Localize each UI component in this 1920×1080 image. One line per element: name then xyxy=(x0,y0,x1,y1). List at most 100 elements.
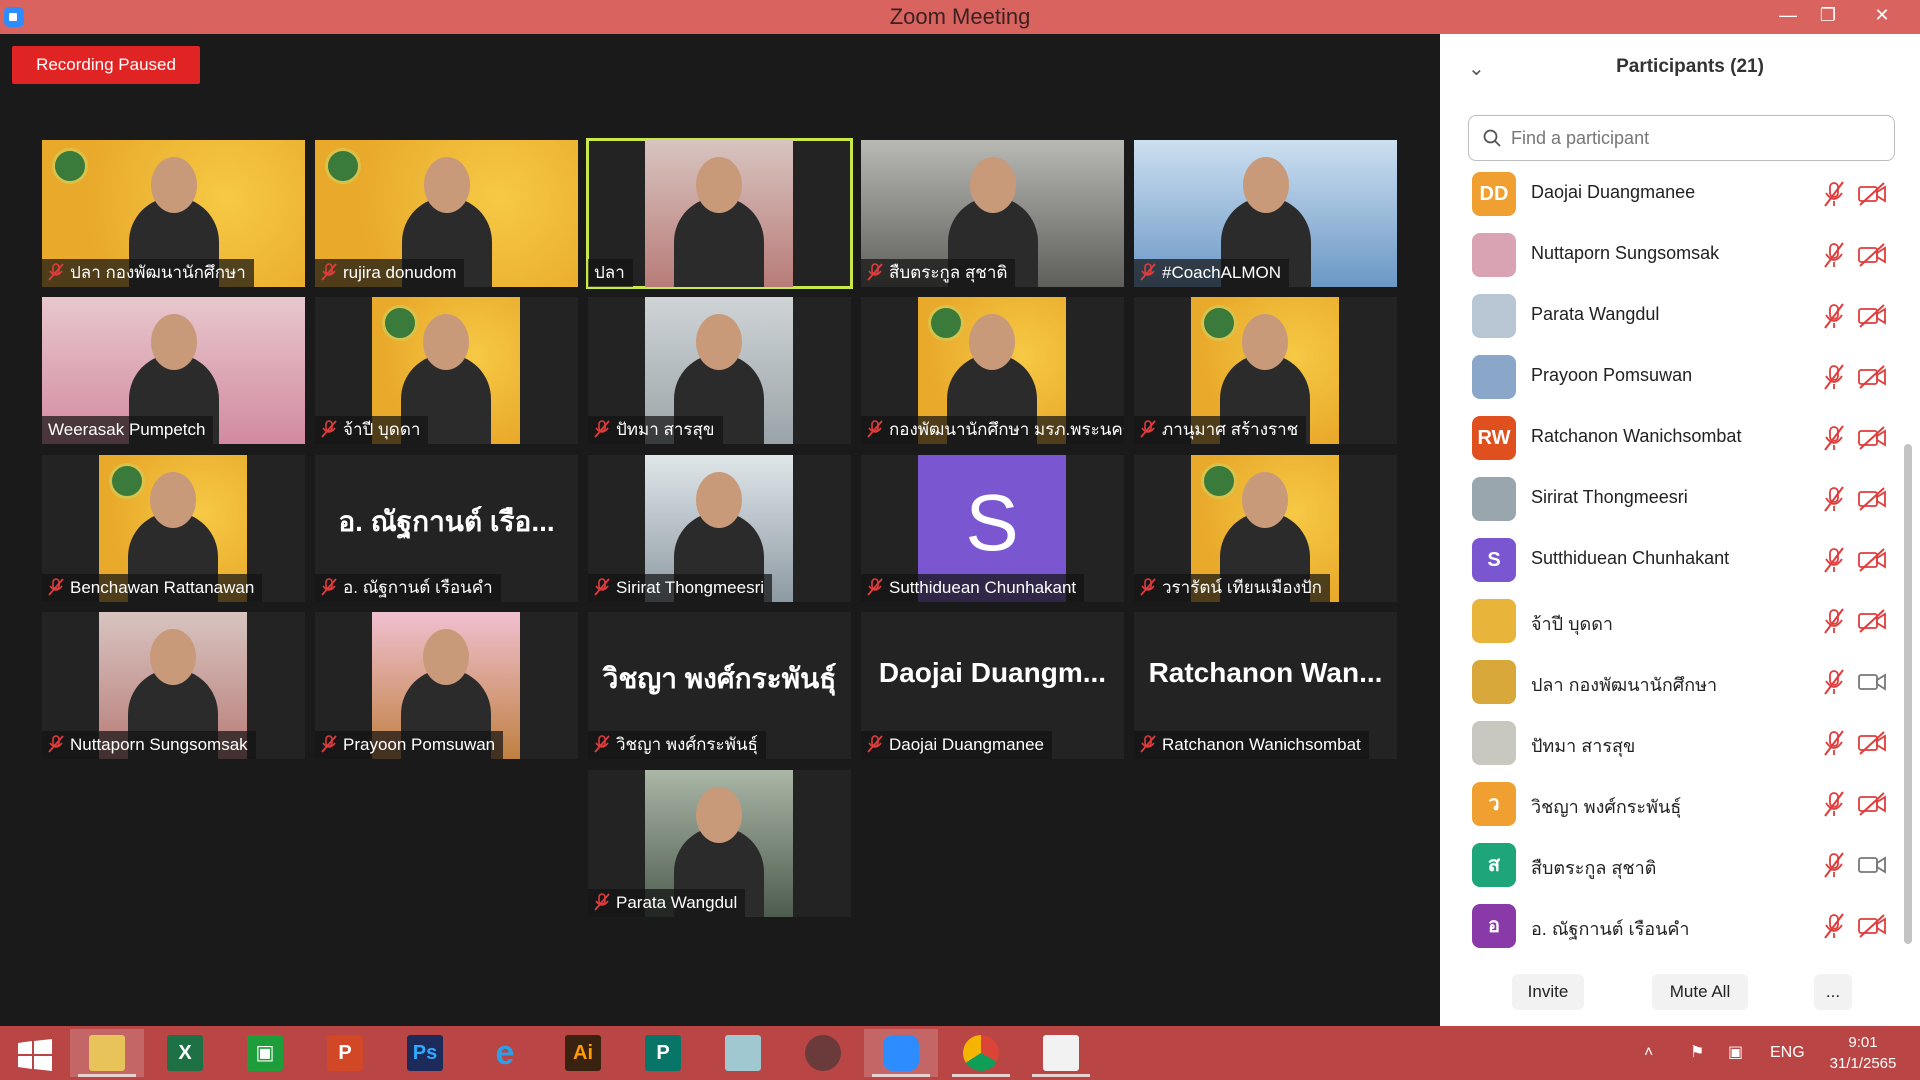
video-tile[interactable]: ภานุมาศ สร้างราช xyxy=(1134,297,1397,444)
muted-mic-icon[interactable] xyxy=(1822,364,1846,390)
participant-row[interactable]: ว วิชญา พงศ์กระพันธุ์ xyxy=(1440,774,1910,835)
video-tile[interactable]: สืบตระกูล สุชาติ xyxy=(861,140,1124,287)
tile-participant-name: Weerasak Pumpetch xyxy=(48,420,206,439)
video-off-icon[interactable] xyxy=(1858,731,1886,755)
video-off-icon[interactable] xyxy=(1858,914,1886,938)
muted-mic-icon[interactable] xyxy=(1822,303,1846,329)
chrome-icon xyxy=(963,1035,999,1071)
participant-row[interactable]: Nuttaporn Sungsomsak xyxy=(1440,225,1910,286)
participant-row[interactable]: Prayoon Pomsuwan xyxy=(1440,347,1910,408)
muted-mic-icon[interactable] xyxy=(1822,242,1846,268)
video-tile[interactable]: อ. ณัฐกานต์ เรือ... อ. ณัฐกานต์ เรือนคำ xyxy=(315,455,578,602)
close-button[interactable]: ✕ xyxy=(1862,0,1902,34)
video-tile[interactable]: Prayoon Pomsuwan xyxy=(315,612,578,759)
video-tile[interactable]: S Sutthiduean Chunhakant xyxy=(861,455,1124,602)
taskbar-illustrator[interactable]: Ai xyxy=(546,1029,620,1077)
taskbar-photoshop[interactable]: Ps xyxy=(388,1029,462,1077)
taskbar-store[interactable]: ▣ xyxy=(228,1029,302,1077)
video-tile[interactable]: Ratchanon Wan... Ratchanon Wanichsombat xyxy=(1134,612,1397,759)
video-tile[interactable]: ปลา กองพัฒนานักศึกษา xyxy=(42,140,305,287)
muted-mic-icon[interactable] xyxy=(1822,547,1846,573)
minimize-button[interactable]: — xyxy=(1768,0,1808,34)
participant-row[interactable]: Sirirat Thongmeesri xyxy=(1440,469,1910,530)
restore-button[interactable]: ❐ xyxy=(1808,0,1848,34)
video-tile[interactable]: วรารัตน์ เทียนเมืองปัก xyxy=(1134,455,1397,602)
video-off-icon[interactable] xyxy=(1858,487,1886,511)
video-camera-icon[interactable] xyxy=(1858,853,1886,877)
muted-mic-icon[interactable] xyxy=(1822,913,1846,939)
action-center-flag-icon[interactable]: ⚑ xyxy=(1690,1026,1704,1080)
video-off-icon[interactable] xyxy=(1858,304,1886,328)
participant-row[interactable]: S Sutthiduean Chunhakant xyxy=(1440,530,1910,591)
participant-search-input[interactable]: Find a participant xyxy=(1468,115,1895,161)
video-tile[interactable]: rujira donudom xyxy=(315,140,578,287)
muted-mic-icon[interactable] xyxy=(1822,608,1846,634)
video-tile[interactable]: Sirirat Thongmeesri xyxy=(588,455,851,602)
video-tile[interactable]: Nuttaporn Sungsomsak xyxy=(42,612,305,759)
participant-list-scrollbar[interactable] xyxy=(1904,444,1912,944)
taskbar-zoom[interactable] xyxy=(864,1029,938,1077)
taskbar-office[interactable] xyxy=(1024,1029,1098,1077)
participant-row[interactable]: Parata Wangdul xyxy=(1440,286,1910,347)
video-tile[interactable]: #CoachALMON xyxy=(1134,140,1397,287)
video-tile[interactable]: ปลา xyxy=(586,138,853,289)
muted-mic-icon xyxy=(867,578,883,596)
video-off-icon[interactable] xyxy=(1858,365,1886,389)
tray-overflow-chevron-icon[interactable]: ˄ xyxy=(1644,1026,1653,1080)
mute-all-button[interactable]: Mute All xyxy=(1652,974,1748,1010)
recording-paused-badge[interactable]: Recording Paused xyxy=(12,46,200,84)
video-tile[interactable]: จ้าปี บุดดา xyxy=(315,297,578,444)
tile-participant-name: Prayoon Pomsuwan xyxy=(343,735,496,754)
participant-row[interactable]: ปัทมา สารสุข xyxy=(1440,713,1910,774)
taskbar-clock[interactable]: 9:01 31/1/2565 xyxy=(1818,1032,1908,1074)
muted-mic-icon xyxy=(321,263,337,281)
taskbar-powerpoint[interactable]: P xyxy=(308,1029,382,1077)
muted-mic-icon[interactable] xyxy=(1822,852,1846,878)
video-tile[interactable]: ปัทมา สารสุข xyxy=(588,297,851,444)
start-button[interactable] xyxy=(0,1029,74,1077)
video-tile[interactable]: Benchawan Rattanawan xyxy=(42,455,305,602)
video-off-icon[interactable] xyxy=(1858,548,1886,572)
muted-mic-icon xyxy=(1140,578,1156,596)
participant-row[interactable]: ปลา กองพัฒนานักศึกษา xyxy=(1440,652,1910,713)
muted-mic-icon[interactable] xyxy=(1822,669,1846,695)
participant-row[interactable]: จ้าปี บุดดา xyxy=(1440,591,1910,652)
participants-panel: ⌄ Participants (21) Find a participant D… xyxy=(1440,34,1920,1026)
video-tile[interactable]: Daojai Duangm... Daojai Duangmanee xyxy=(861,612,1124,759)
more-options-button[interactable]: ... xyxy=(1814,974,1852,1010)
taskbar-excel[interactable]: X xyxy=(148,1029,222,1077)
taskbar-notes[interactable] xyxy=(706,1029,780,1077)
video-camera-icon[interactable] xyxy=(1858,670,1886,694)
taskbar-file-explorer[interactable] xyxy=(70,1029,144,1077)
tile-name-tag: Ratchanon Wanichsombat xyxy=(1134,731,1369,759)
muted-mic-icon[interactable] xyxy=(1822,486,1846,512)
video-off-icon[interactable] xyxy=(1858,792,1886,816)
video-tile[interactable]: Parata Wangdul xyxy=(588,770,851,917)
muted-mic-icon[interactable] xyxy=(1822,181,1846,207)
video-off-icon[interactable] xyxy=(1858,609,1886,633)
tile-participant-name: Nuttaporn Sungsomsak xyxy=(70,735,248,754)
language-indicator[interactable]: ENG xyxy=(1770,1026,1805,1080)
video-tile[interactable]: กองพัฒนานักศึกษา มรภ.พระนคร xyxy=(861,297,1124,444)
taskbar-edge[interactable]: e xyxy=(468,1029,542,1077)
video-off-icon[interactable] xyxy=(1858,182,1886,206)
tile-name-tag: Benchawan Rattanawan xyxy=(42,574,263,602)
muted-mic-icon[interactable] xyxy=(1822,791,1846,817)
muted-mic-icon[interactable] xyxy=(1822,425,1846,451)
participant-name: วิชญา พงศ์กระพันธุ์ xyxy=(1531,797,1682,817)
video-off-icon[interactable] xyxy=(1858,243,1886,267)
muted-mic-icon[interactable] xyxy=(1822,730,1846,756)
participant-row[interactable]: DD Daojai Duangmanee xyxy=(1440,164,1910,225)
participant-row[interactable]: อ อ. ณัฐกานต์ เรือนคำ xyxy=(1440,896,1910,957)
video-tile[interactable]: Weerasak Pumpetch xyxy=(42,297,305,444)
video-off-icon[interactable] xyxy=(1858,426,1886,450)
tile-name-tag: #CoachALMON xyxy=(1134,259,1290,287)
participant-row[interactable]: ส สืบตระกูล สุชาติ xyxy=(1440,835,1910,896)
taskbar-chrome[interactable] xyxy=(944,1029,1018,1077)
taskbar-publisher[interactable]: P xyxy=(626,1029,700,1077)
participant-row[interactable]: RW Ratchanon Wanichsombat xyxy=(1440,408,1910,469)
video-tile[interactable]: วิชญา พงศ์กระพันธุ์ วิชญา พงศ์กระพันธุ์ xyxy=(588,612,851,759)
network-icon[interactable]: ▣ xyxy=(1728,1026,1743,1080)
taskbar-photoscape[interactable] xyxy=(786,1029,860,1077)
invite-button[interactable]: Invite xyxy=(1512,974,1584,1010)
